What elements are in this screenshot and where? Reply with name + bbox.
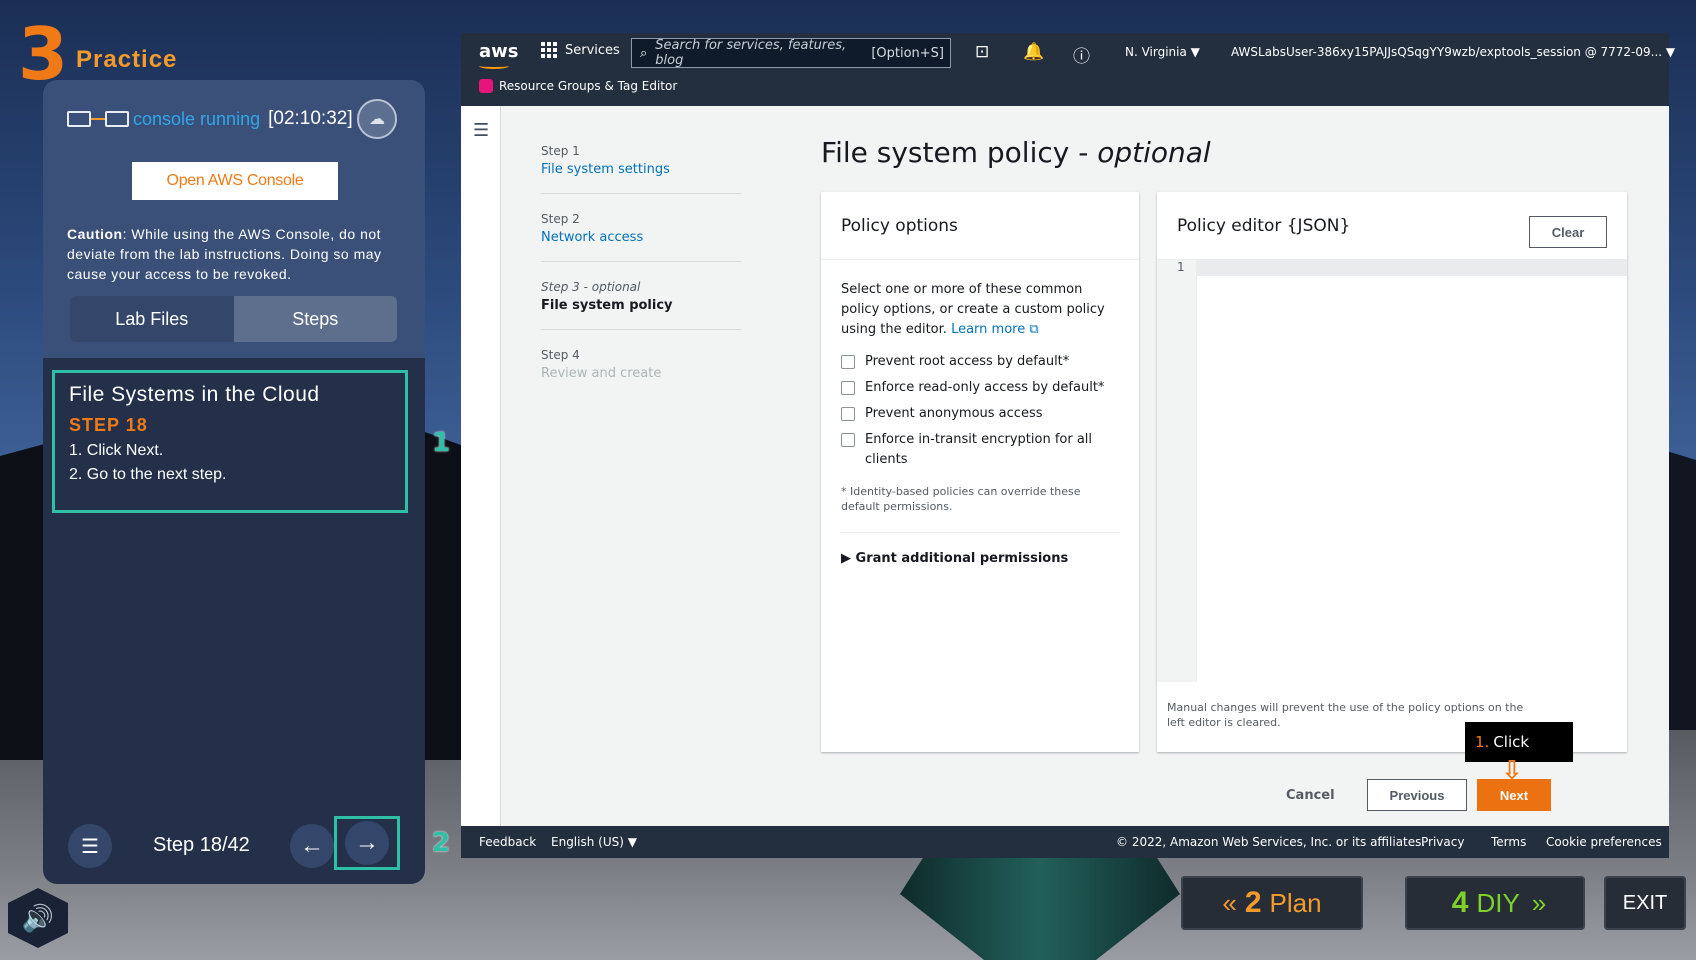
list-icon[interactable]: ☰ [68, 824, 112, 868]
wizard-step-4: Step 4 Review and create [541, 348, 741, 397]
step-counter: Step 18/42 [153, 834, 250, 856]
console-status: console running [02:10:32] [67, 102, 353, 136]
previous-step-button[interactable]: ← [290, 824, 334, 868]
policy-footnote: * Identity-based policies can override t… [841, 484, 1119, 533]
tab-lab-files[interactable]: Lab Files [70, 296, 234, 342]
marker-one: 1 [432, 428, 451, 458]
step-card: File Systems in the Cloud STEP 18 1. Cli… [52, 370, 408, 513]
checkbox-prevent-anonymous[interactable]: Prevent anonymous access [841, 404, 1119, 424]
double-chevron-left-icon: « [1222, 887, 1237, 918]
checkbox-enforce-encryption[interactable]: Enforce in-transit encryption for all cl… [841, 430, 1119, 470]
account-menu[interactable]: AWSLabsUser-386xy15PAJJsQSqgYY9wzb/expto… [1231, 45, 1675, 59]
feedback-link[interactable]: Feedback [479, 835, 536, 849]
practice-label: Practice [76, 46, 178, 73]
panel-tabs: Lab Files Steps [70, 296, 397, 342]
resource-groups-icon [479, 79, 493, 93]
learn-more-link[interactable]: Learn more [951, 322, 1025, 337]
step-instruction-2: 2. Go to the next step. [69, 466, 227, 483]
console-connection-icon [67, 109, 131, 129]
copyright-text: © 2022, Amazon Web Services, Inc. or its… [1116, 835, 1426, 849]
resource-groups-link[interactable]: Resource Groups & Tag Editor [479, 79, 677, 93]
policy-options-intro: Select one or more of these common polic… [841, 282, 1105, 337]
aws-content: ☰ Step 1 File system settings Step 2 Net… [461, 106, 1669, 826]
search-input[interactable]: ⌕ Search for services, features, blog [O… [631, 38, 951, 68]
line-number: 1 [1177, 260, 1185, 274]
search-shortcut: [Option+S] [871, 45, 944, 61]
search-placeholder: Search for services, features, blog [655, 38, 847, 68]
wizard-step-3: Step 3 - optional File system policy [541, 280, 741, 330]
diy-button[interactable]: 4 DIY » [1405, 876, 1585, 930]
aws-footer: Feedback English (US) ▼ © 2022, Amazon W… [461, 826, 1669, 858]
plan-button[interactable]: « 2 Plan [1181, 876, 1363, 930]
bell-icon[interactable]: 🔔 [1023, 42, 1044, 62]
resource-groups-label: Resource Groups & Tag Editor [499, 79, 678, 93]
cookie-preferences-link[interactable]: Cookie preferences [1546, 835, 1662, 849]
arrow-down-icon: ⇩ [1501, 756, 1523, 786]
previous-button[interactable]: Previous [1367, 779, 1467, 811]
json-editor[interactable]: 1 [1157, 260, 1627, 682]
help-icon[interactable]: ⓘ [1073, 42, 1090, 67]
cloud-icon[interactable]: ☁ [357, 99, 397, 139]
step-navigation: ☰ Step 18/42 ← → [43, 816, 425, 876]
aws-console-window: aws Services ⌕ Search for services, feat… [461, 33, 1675, 858]
console-status-text: console running [133, 108, 261, 129]
marker-two: 2 [432, 828, 451, 858]
aws-top-nav: aws Services ⌕ Search for services, feat… [461, 33, 1675, 106]
caret-right-icon: ▶ [841, 551, 856, 566]
cloudshell-icon[interactable]: ⊡ [975, 42, 989, 62]
policy-editor-card: Policy editor {JSON} Clear 1 Manual chan… [1157, 192, 1627, 752]
step-number: STEP 18 [69, 415, 148, 435]
cancel-button[interactable]: Cancel [1286, 788, 1335, 803]
wizard-current-file-system-policy: File system policy [541, 298, 673, 313]
terms-link[interactable]: Terms [1491, 835, 1526, 849]
grid-icon [541, 42, 557, 58]
services-label: Services [565, 42, 620, 58]
search-icon: ⌕ [640, 45, 648, 61]
step-card-title: File Systems in the Cloud [69, 383, 320, 406]
step-instruction-1: 1. Click Next. [69, 442, 164, 459]
open-aws-console-button[interactable]: Open AWS Console [132, 162, 338, 200]
lab-panel-header: console running [02:10:32] ☁ Open AWS Co… [43, 80, 425, 358]
double-chevron-right-icon: » [1531, 887, 1547, 918]
policy-options-card: Policy options Select one or more of the… [821, 192, 1139, 752]
exit-button[interactable]: EXIT [1604, 876, 1686, 930]
external-link-icon: ⧉ [1029, 322, 1039, 337]
policy-options-header: Policy options [821, 192, 1139, 260]
language-selector[interactable]: English (US) ▼ [551, 835, 637, 849]
caution-label: Caution [67, 226, 123, 242]
session-timer: [02:10:32] [268, 108, 353, 129]
wizard-step-label: Step 3 - optional [541, 280, 641, 294]
region-selector[interactable]: N. Virginia ▼ [1125, 45, 1200, 59]
wizard-link-network-access[interactable]: Network access [541, 230, 741, 245]
wizard-step-label: Step 4 [541, 348, 580, 362]
page-title: File system policy - optional [821, 136, 1211, 169]
checkbox-prevent-root[interactable]: Prevent root access by default* [841, 352, 1119, 372]
clear-button[interactable]: Clear [1529, 216, 1607, 248]
checkbox-enforce-read-only[interactable]: Enforce read-only access by default* [841, 378, 1119, 398]
lab-panel: console running [02:10:32] ☁ Open AWS Co… [43, 80, 425, 884]
menu-icon[interactable]: ☰ [473, 120, 489, 141]
grant-permissions-expander[interactable]: ▶ Grant additional permissions [841, 549, 1119, 569]
wizard-link-file-system-settings[interactable]: File system settings [541, 162, 741, 177]
editor-gutter [1157, 260, 1197, 682]
privacy-link[interactable]: Privacy [1421, 835, 1464, 849]
next-step-highlight: → [334, 816, 400, 870]
wizard-step-2: Step 2 Network access [541, 212, 741, 262]
wizard-step-label: Step 1 [541, 144, 580, 158]
aws-logo[interactable]: aws [479, 41, 519, 69]
side-nav-strip: ☰ [461, 106, 501, 826]
wizard-step-label: Step 2 [541, 212, 580, 226]
next-step-button[interactable]: → [345, 821, 389, 865]
services-menu[interactable]: Services [541, 42, 620, 58]
tab-steps[interactable]: Steps [233, 296, 397, 342]
wizard-step-1: Step 1 File system settings [541, 144, 741, 194]
wizard-disabled-review-and-create: Review and create [541, 366, 662, 381]
wizard-steps: Step 1 File system settings Step 2 Netwo… [541, 144, 741, 415]
caution-text: Caution: While using the AWS Console, do… [67, 224, 403, 284]
